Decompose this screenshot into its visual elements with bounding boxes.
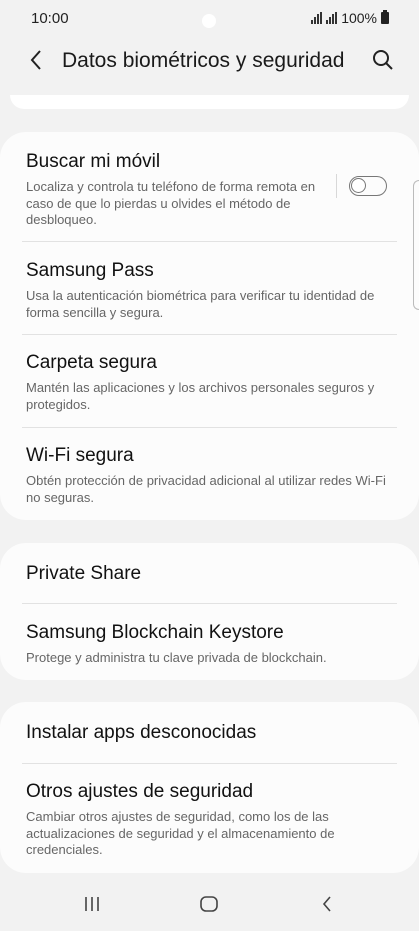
previous-card-edge (10, 95, 409, 109)
other-security-card: Instalar apps desconocidas Otros ajustes… (0, 702, 419, 873)
recents-button[interactable] (76, 890, 108, 918)
item-title: Samsung Blockchain Keystore (26, 622, 284, 643)
camera-cutout (202, 14, 216, 28)
divider (22, 241, 397, 242)
item-title: Samsung Pass (26, 260, 154, 281)
item-subtitle: Usa la autenticación biométrica para ver… (26, 288, 375, 320)
item-title: Buscar mi móvil (26, 151, 161, 172)
page-title: Datos biométricos y seguridad (62, 49, 345, 72)
item-title: Instalar apps desconocidas (26, 722, 257, 743)
item-subtitle: Mantén las aplicaciones y los archivos p… (26, 380, 375, 412)
item-instalar-apps[interactable]: Instalar apps desconocidas (26, 721, 393, 745)
toggle-knob (351, 178, 366, 193)
security-card: Buscar mi móvil Localiza y controla tu t… (0, 132, 419, 520)
divider (22, 427, 397, 428)
privacy-card: Private Share Samsung Blockchain Keystor… (0, 543, 419, 680)
signal-icon (326, 12, 338, 24)
item-wifi-segura[interactable]: Wi-Fi segura Obtén protección de privaci… (26, 444, 393, 506)
status-icons: 100% (311, 10, 389, 26)
buscar-mi-movil-toggle[interactable] (349, 176, 387, 196)
divider (22, 603, 397, 604)
battery-icon (381, 10, 389, 24)
item-subtitle: Obtén protección de privacidad adicional… (26, 473, 386, 505)
item-title: Carpeta segura (26, 352, 157, 373)
back-icon (322, 896, 331, 912)
battery-percent: 100% (341, 10, 377, 26)
divider (22, 334, 397, 335)
item-title: Otros ajustes de seguridad (26, 781, 254, 802)
app-header: Datos biométricos y seguridad (0, 38, 419, 88)
item-buscar-mi-movil[interactable]: Buscar mi móvil Localiza y controla tu t… (26, 150, 329, 229)
item-otros-ajustes[interactable]: Otros ajustes de seguridad Cambiar otros… (26, 780, 393, 859)
item-carpeta-segura[interactable]: Carpeta segura Mantén las aplicaciones y… (26, 351, 393, 413)
home-button[interactable] (193, 890, 225, 918)
back-button[interactable] (22, 46, 50, 74)
divider (22, 763, 397, 764)
search-icon (373, 50, 393, 70)
toggle-separator (336, 174, 337, 198)
item-subtitle: Protege y administra tu clave privada de… (26, 650, 327, 665)
recents-icon (85, 897, 99, 911)
scrollbar[interactable] (413, 180, 419, 310)
status-bar: 10:00 100% (0, 0, 419, 38)
item-title: Private Share (26, 563, 142, 584)
status-time: 10:00 (31, 10, 69, 27)
item-title: Wi-Fi segura (26, 445, 134, 466)
signal-icon (311, 12, 323, 24)
home-icon (200, 896, 218, 912)
item-blockchain-keystore[interactable]: Samsung Blockchain Keystore Protege y ad… (26, 621, 393, 667)
item-private-share[interactable]: Private Share (26, 562, 393, 586)
nav-back-button[interactable] (311, 890, 343, 918)
chevron-left-icon (30, 50, 41, 70)
item-subtitle: Cambiar otros ajustes de seguridad, como… (26, 809, 335, 857)
navigation-bar (0, 878, 419, 931)
item-samsung-pass[interactable]: Samsung Pass Usa la autenticación biomét… (26, 259, 393, 321)
item-subtitle: Localiza y controla tu teléfono de forma… (26, 179, 316, 227)
search-button[interactable] (369, 46, 397, 74)
